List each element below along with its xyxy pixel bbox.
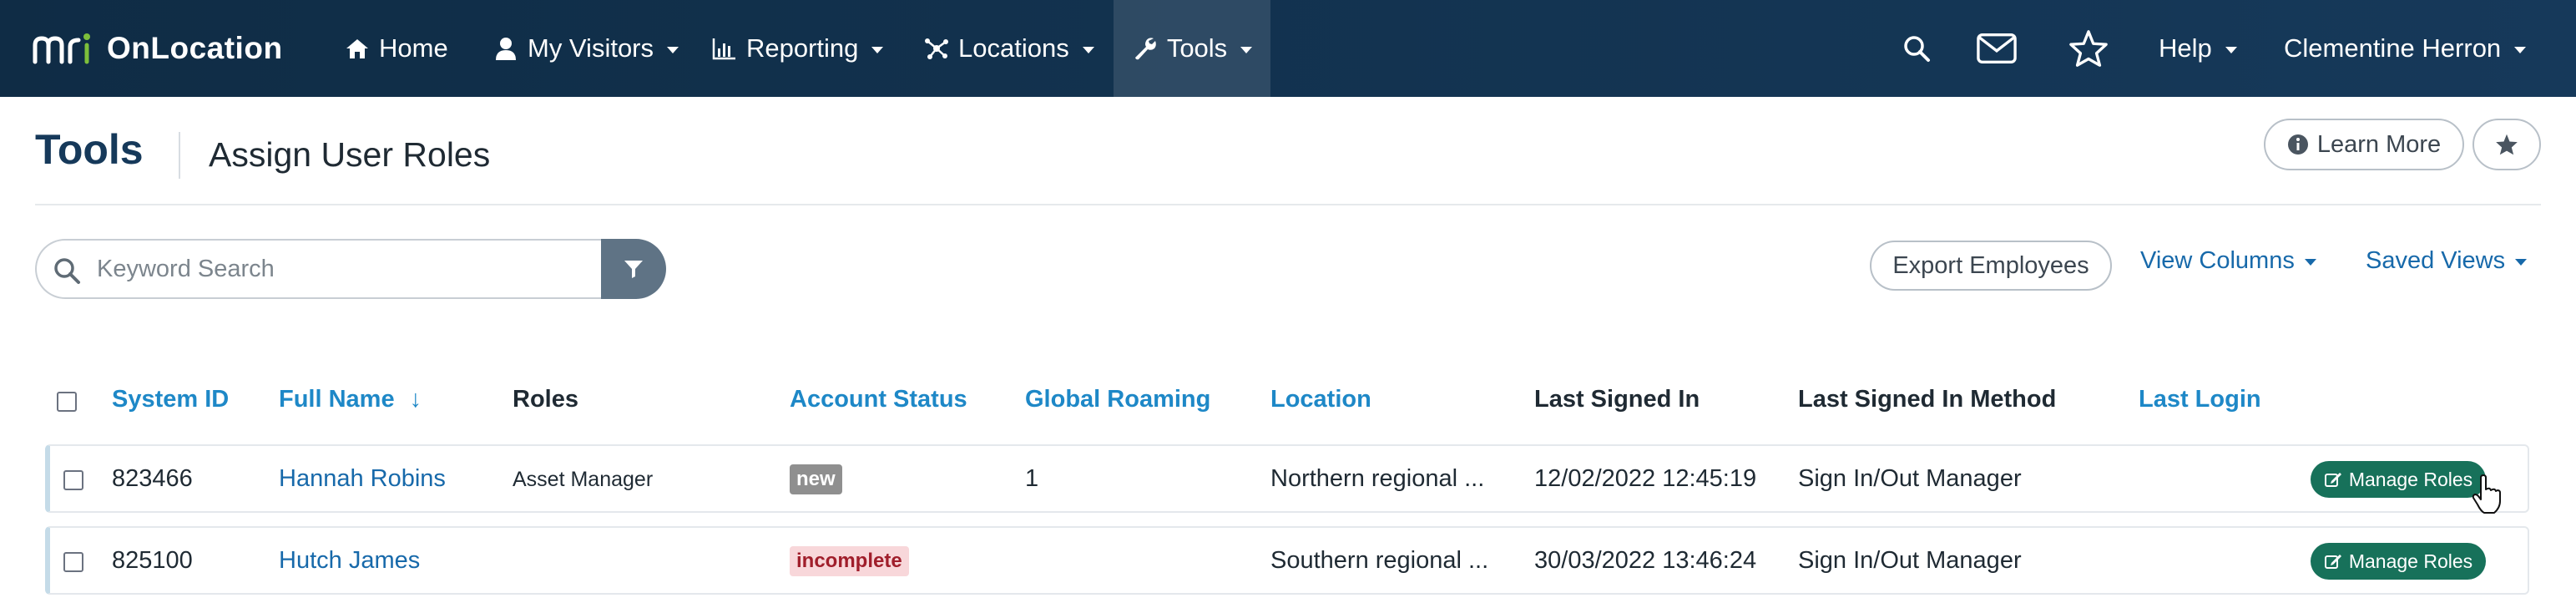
user-icon bbox=[496, 38, 516, 60]
network-icon bbox=[925, 38, 948, 59]
column-header-last-signed-in: Last Signed In bbox=[1534, 386, 1700, 413]
roles-cell: Asset Manager bbox=[513, 468, 654, 491]
location-cell: Northern regional ... bbox=[1270, 465, 1485, 492]
manage-roles-label: Manage Roles bbox=[2348, 550, 2473, 572]
nav-home-label: Home bbox=[379, 33, 448, 63]
search-icon bbox=[54, 258, 80, 284]
chevron-down-icon bbox=[1240, 47, 1253, 53]
nav-my-visitors[interactable]: My Visitors bbox=[479, 0, 692, 97]
filter-icon bbox=[624, 261, 643, 278]
last-signed-in-cell: 12/02/2022 12:45:19 bbox=[1534, 465, 1757, 492]
search-field bbox=[35, 239, 611, 299]
full-name-link[interactable]: Hutch James bbox=[279, 547, 420, 575]
view-columns-label: View Columns bbox=[2140, 247, 2295, 274]
location-cell: Southern regional ... bbox=[1270, 547, 1489, 574]
status-badge: new bbox=[790, 464, 842, 494]
last-signed-in-method-cell: Sign In/Out Manager bbox=[1798, 465, 2022, 492]
view-columns-dropdown[interactable]: View Columns bbox=[2140, 247, 2316, 275]
chevron-down-icon bbox=[2515, 258, 2528, 266]
status-badge: incomplete bbox=[790, 546, 909, 576]
row-checkbox[interactable] bbox=[63, 470, 83, 490]
column-header-global-roaming[interactable]: Global Roaming bbox=[1025, 386, 1210, 413]
column-header-system-id[interactable]: System ID bbox=[112, 386, 229, 413]
learn-more-button[interactable]: Learn More bbox=[2264, 119, 2464, 170]
star-icon[interactable] bbox=[2068, 28, 2109, 68]
nav-help-label: Help bbox=[2159, 33, 2212, 63]
column-header-full-name-label: Full Name bbox=[279, 386, 395, 413]
wrench-icon bbox=[1134, 38, 1156, 60]
chevron-down-icon bbox=[2304, 258, 2316, 266]
chevron-down-icon bbox=[871, 47, 884, 53]
sort-desc-icon: ↓ bbox=[409, 386, 422, 413]
nav-my-visitors-label: My Visitors bbox=[528, 33, 654, 63]
page-subtitle: Assign User Roles bbox=[209, 135, 491, 174]
nav-tools-label: Tools bbox=[1166, 33, 1228, 63]
last-signed-in-method-cell: Sign In/Out Manager bbox=[1798, 547, 2022, 574]
brand-name: OnLocation bbox=[107, 31, 283, 65]
nav-locations[interactable]: Locations bbox=[910, 0, 1108, 97]
chevron-down-icon bbox=[2225, 47, 2237, 53]
edit-icon bbox=[2324, 473, 2341, 487]
brand-logo[interactable]: OnLocation bbox=[32, 25, 283, 72]
bar-chart-icon bbox=[712, 38, 735, 60]
envelope-icon[interactable] bbox=[1977, 28, 2017, 68]
global-roaming-cell: 1 bbox=[1025, 465, 1039, 492]
export-employees-label: Export Employees bbox=[1892, 251, 2089, 279]
nav-home[interactable]: Home bbox=[331, 0, 462, 97]
manage-roles-label: Manage Roles bbox=[2348, 468, 2473, 490]
nav-tools[interactable]: Tools bbox=[1114, 0, 1270, 97]
column-header-roles: Roles bbox=[513, 386, 578, 413]
saved-views-label: Saved Views bbox=[2366, 247, 2506, 274]
column-header-location[interactable]: Location bbox=[1270, 386, 1371, 413]
chevron-down-icon bbox=[1082, 47, 1094, 53]
user-menu[interactable]: Clementine Herron bbox=[2270, 0, 2539, 97]
nav-reporting-label: Reporting bbox=[746, 33, 859, 63]
header-divider bbox=[35, 204, 2541, 205]
last-signed-in-cell: 30/03/2022 13:46:24 bbox=[1534, 547, 1757, 574]
column-header-account-status[interactable]: Account Status bbox=[790, 386, 967, 413]
export-employees-button[interactable]: Export Employees bbox=[1870, 241, 2112, 291]
nav-reporting[interactable]: Reporting bbox=[698, 0, 897, 97]
column-header-last-login[interactable]: Last Login bbox=[2139, 386, 2261, 413]
nav-locations-label: Locations bbox=[958, 33, 1069, 63]
page-title: Tools bbox=[35, 126, 144, 173]
mri-logo-icon bbox=[33, 33, 90, 64]
full-name-link[interactable]: Hannah Robins bbox=[279, 465, 446, 493]
manage-roles-button[interactable]: Manage Roles bbox=[2311, 461, 2486, 498]
title-divider bbox=[179, 132, 180, 179]
chevron-down-icon bbox=[667, 47, 679, 53]
user-name: Clementine Herron bbox=[2284, 33, 2502, 63]
chevron-down-icon bbox=[2514, 47, 2527, 53]
system-id-cell: 823466 bbox=[112, 465, 193, 492]
info-icon bbox=[2287, 134, 2308, 155]
column-header-full-name[interactable]: Full Name ↓ bbox=[279, 386, 422, 413]
top-navbar: OnLocation Home My Visitors Reporting Lo… bbox=[0, 0, 2576, 97]
edit-icon bbox=[2324, 555, 2341, 569]
star-icon bbox=[2496, 134, 2518, 155]
search-input[interactable] bbox=[97, 255, 581, 283]
nav-help[interactable]: Help bbox=[2145, 0, 2250, 97]
select-all-checkbox[interactable] bbox=[57, 392, 77, 412]
row-checkbox[interactable] bbox=[63, 552, 83, 572]
home-icon bbox=[346, 39, 368, 58]
column-header-last-signed-in-method: Last Signed In Method bbox=[1798, 386, 2057, 413]
pointer-cursor-icon bbox=[2472, 474, 2501, 514]
system-id-cell: 825100 bbox=[112, 547, 193, 574]
learn-more-label: Learn More bbox=[2316, 130, 2442, 158]
saved-views-dropdown[interactable]: Saved Views bbox=[2366, 247, 2528, 275]
manage-roles-button[interactable]: Manage Roles bbox=[2311, 543, 2486, 580]
favorite-button[interactable] bbox=[2472, 119, 2541, 170]
search-icon[interactable] bbox=[1897, 28, 1937, 68]
filter-button[interactable] bbox=[601, 239, 666, 299]
